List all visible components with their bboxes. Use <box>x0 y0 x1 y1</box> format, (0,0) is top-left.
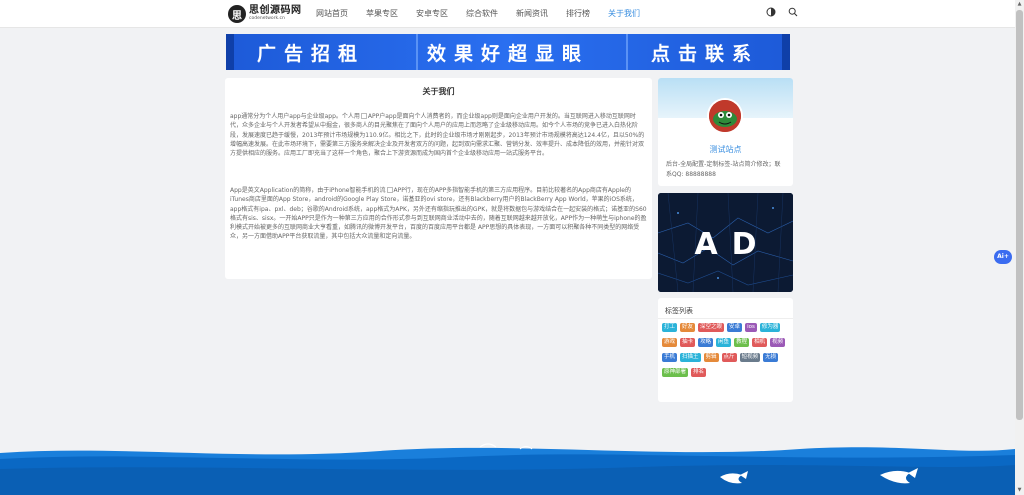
tag-item[interactable]: 打工 <box>662 323 678 332</box>
nav-ranking[interactable]: 排行榜 <box>562 0 594 28</box>
tags-title: 标签列表 <box>665 307 693 315</box>
footer-wave <box>0 443 1015 495</box>
ai-assistant-button[interactable]: Ai+ <box>994 250 1012 264</box>
tag-item[interactable]: 扫描王 <box>680 353 701 362</box>
tag-item[interactable]: 教程 <box>734 338 750 347</box>
tag-item[interactable]: 攻略 <box>698 338 714 347</box>
tag-item[interactable]: 点斤 <box>721 353 737 362</box>
article-paragraph-2: App是英文Application的简称，由于iPhone智能手机的流 APP行，… <box>230 187 647 241</box>
banner-text-3: 点击联系 <box>650 42 759 65</box>
tag-item[interactable]: 排名 <box>691 368 707 377</box>
tag-item[interactable]: 无损 <box>763 353 779 362</box>
page-scrollbar[interactable]: ▲ ▼ <box>1015 0 1024 495</box>
tag-item[interactable]: 短视频 <box>739 353 761 362</box>
tag-item[interactable]: ios <box>745 323 757 332</box>
tag-list: 打工 好友 深空之眼 安卓 ios 修为器游戏 抽卡 攻略 闲鱼 教程 相机 视频手机 扫描王 剪辑 点斤短… <box>662 323 790 383</box>
divider <box>658 318 793 319</box>
theme-toggle-icon[interactable] <box>766 7 776 17</box>
tag-item[interactable]: 好友 <box>680 323 696 332</box>
tag-item[interactable]: 手机 <box>662 353 678 362</box>
tag-item[interactable]: 游戏 <box>662 338 678 347</box>
main-nav: 网站首页 苹果专区 安卓专区 综合软件 新闻资讯 排行榜 关于我们 <box>312 0 654 28</box>
broken-image-icon <box>386 187 393 193</box>
tag-item[interactable]: 视频 <box>770 338 786 347</box>
top-header: 思 思创源码网 codenetwork.cn 网站首页 苹果专区 安卓专区 综合… <box>0 0 1015 28</box>
nav-android[interactable]: 安卓专区 <box>412 0 452 28</box>
tag-item[interactable]: 闲鱼 <box>716 338 732 347</box>
site-description: 后台-全局配置-定制标签-站点简介修改；联系QQ: 88888888 <box>666 161 781 178</box>
tag-item[interactable]: 相机 <box>752 338 768 347</box>
nav-software[interactable]: 综合软件 <box>462 0 502 28</box>
tag-item[interactable]: 修为器 <box>759 323 781 332</box>
scroll-up-icon[interactable]: ▲ <box>1015 0 1024 9</box>
nav-news[interactable]: 新闻资讯 <box>512 0 552 28</box>
nav-home[interactable]: 网站首页 <box>312 0 352 28</box>
tag-item[interactable]: 剪辑 <box>703 353 719 362</box>
article-card: 关于我们 app通常分为个人用户app与企业级app。个人用 APP户app是面向… <box>225 78 652 279</box>
search-icon[interactable] <box>788 7 798 17</box>
site-logo[interactable]: 思 思创源码网 codenetwork.cn <box>228 4 310 24</box>
logo-title: 思创源码网 <box>249 5 302 17</box>
banner-text-1: 广告招租 <box>256 42 365 65</box>
avatar[interactable] <box>707 98 743 134</box>
logo-subtitle: codenetwork.cn <box>249 16 285 22</box>
page-title: 关于我们 <box>422 87 455 96</box>
tag-item[interactable]: 深空之眼 <box>698 323 725 332</box>
logo-mark-icon: 思 <box>228 5 246 23</box>
ad-image[interactable]: AD <box>658 193 793 292</box>
scroll-thumb[interactable] <box>1016 10 1023 420</box>
scroll-down-icon[interactable]: ▼ <box>1015 486 1024 495</box>
ad-banner[interactable]: 广告招租 效果好超显眼 点击联系 <box>226 34 790 70</box>
nav-apple[interactable]: 苹果专区 <box>362 0 402 28</box>
tags-card: 标签列表 打工 好友 深空之眼 安卓 ios 修为器游戏 抽卡 攻略 闲鱼 教程 相机 视频手机 扫描王… <box>658 298 793 402</box>
ad-text: AD <box>694 227 771 262</box>
tag-item[interactable]: 原神部署 <box>662 368 689 377</box>
nav-about[interactable]: 关于我们 <box>604 0 644 28</box>
site-profile-card: 测试站点 后台-全局配置-定制标签-站点简介修改；联系QQ: 88888888 <box>658 78 793 186</box>
avatar-image <box>709 100 741 132</box>
banner-text-2: 效果好超显眼 <box>426 42 589 65</box>
site-name[interactable]: 测试站点 <box>658 144 793 155</box>
article-paragraph-1: app通常分为个人用户app与企业级app。个人用 APP户app是面向个人消费者… <box>230 113 645 158</box>
broken-image-icon <box>360 113 367 119</box>
tag-item[interactable]: 安卓 <box>727 323 743 332</box>
tag-item[interactable]: 抽卡 <box>680 338 696 347</box>
